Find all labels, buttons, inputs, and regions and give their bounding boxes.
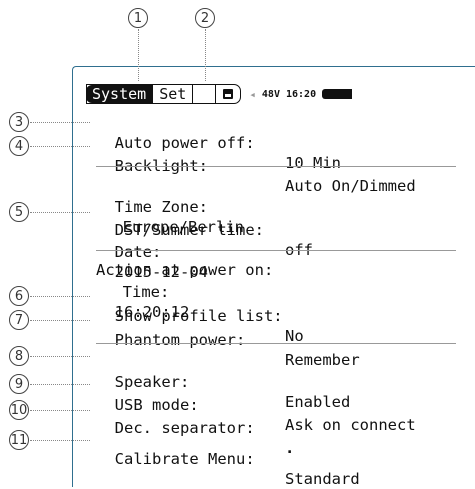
- callout-3-leader: [30, 122, 90, 123]
- setting-value: Auto On/Dimmed: [285, 177, 416, 195]
- tab-empty[interactable]: [193, 85, 217, 103]
- speaker-icon: ◂: [249, 87, 256, 101]
- callout-8: 8: [9, 346, 29, 366]
- setting-value: .: [285, 439, 295, 457]
- callout-2-leader: [205, 29, 206, 81]
- setting-label: Phantom power:: [114, 331, 246, 349]
- callout-2: 2: [195, 8, 215, 28]
- callout-5-leader: [30, 212, 90, 213]
- divider: [96, 166, 456, 167]
- callout-1: 1: [128, 8, 148, 28]
- callout-10: 10: [9, 400, 29, 420]
- callout-4: 4: [9, 136, 29, 156]
- tab-system[interactable]: System: [86, 85, 154, 103]
- status-area: ◂ 48V 16:20: [249, 84, 353, 104]
- action-at-power-on-header: Action at power on:: [96, 261, 274, 279]
- callout-7-leader: [30, 320, 90, 321]
- callout-3: 3: [9, 112, 29, 132]
- setting-value: 10 Min: [285, 154, 341, 172]
- status-voltage-time: 48V 16:20: [261, 88, 317, 100]
- setting-label: Calibrate Menu:: [114, 450, 255, 468]
- battery-icon: [322, 89, 353, 99]
- tab-group: System Set: [86, 84, 242, 104]
- callout-8-leader: [30, 356, 90, 357]
- setting-value: Remember: [285, 351, 360, 369]
- callout-9: 9: [9, 374, 29, 394]
- callout-6: 6: [9, 286, 29, 306]
- save-icon: [223, 89, 234, 99]
- callout-6-leader: [30, 296, 90, 297]
- save-button[interactable]: [216, 85, 240, 103]
- setting-value: Standard: [285, 470, 360, 488]
- callout-11: 11: [9, 430, 29, 450]
- setting-value: Enabled: [285, 393, 351, 411]
- callout-9-leader: [30, 384, 90, 385]
- callout-1-leader: [138, 29, 139, 81]
- callout-11-leader: [30, 440, 90, 441]
- callout-5: 5: [9, 202, 29, 222]
- tab-bar: System Set ◂ 48V 16:20: [86, 84, 353, 104]
- callout-10-leader: [30, 410, 90, 411]
- divider: [96, 343, 456, 344]
- setting-value: Ask on connect: [285, 416, 416, 434]
- callout-4-leader: [30, 146, 90, 147]
- divider: [96, 250, 456, 251]
- tab-set[interactable]: Set: [153, 85, 194, 103]
- setting-label: Date:: [114, 243, 162, 261]
- setting-calibrate-menu[interactable]: Calibrate Menu: Standard: [96, 429, 360, 489]
- callout-7: 7: [9, 310, 29, 330]
